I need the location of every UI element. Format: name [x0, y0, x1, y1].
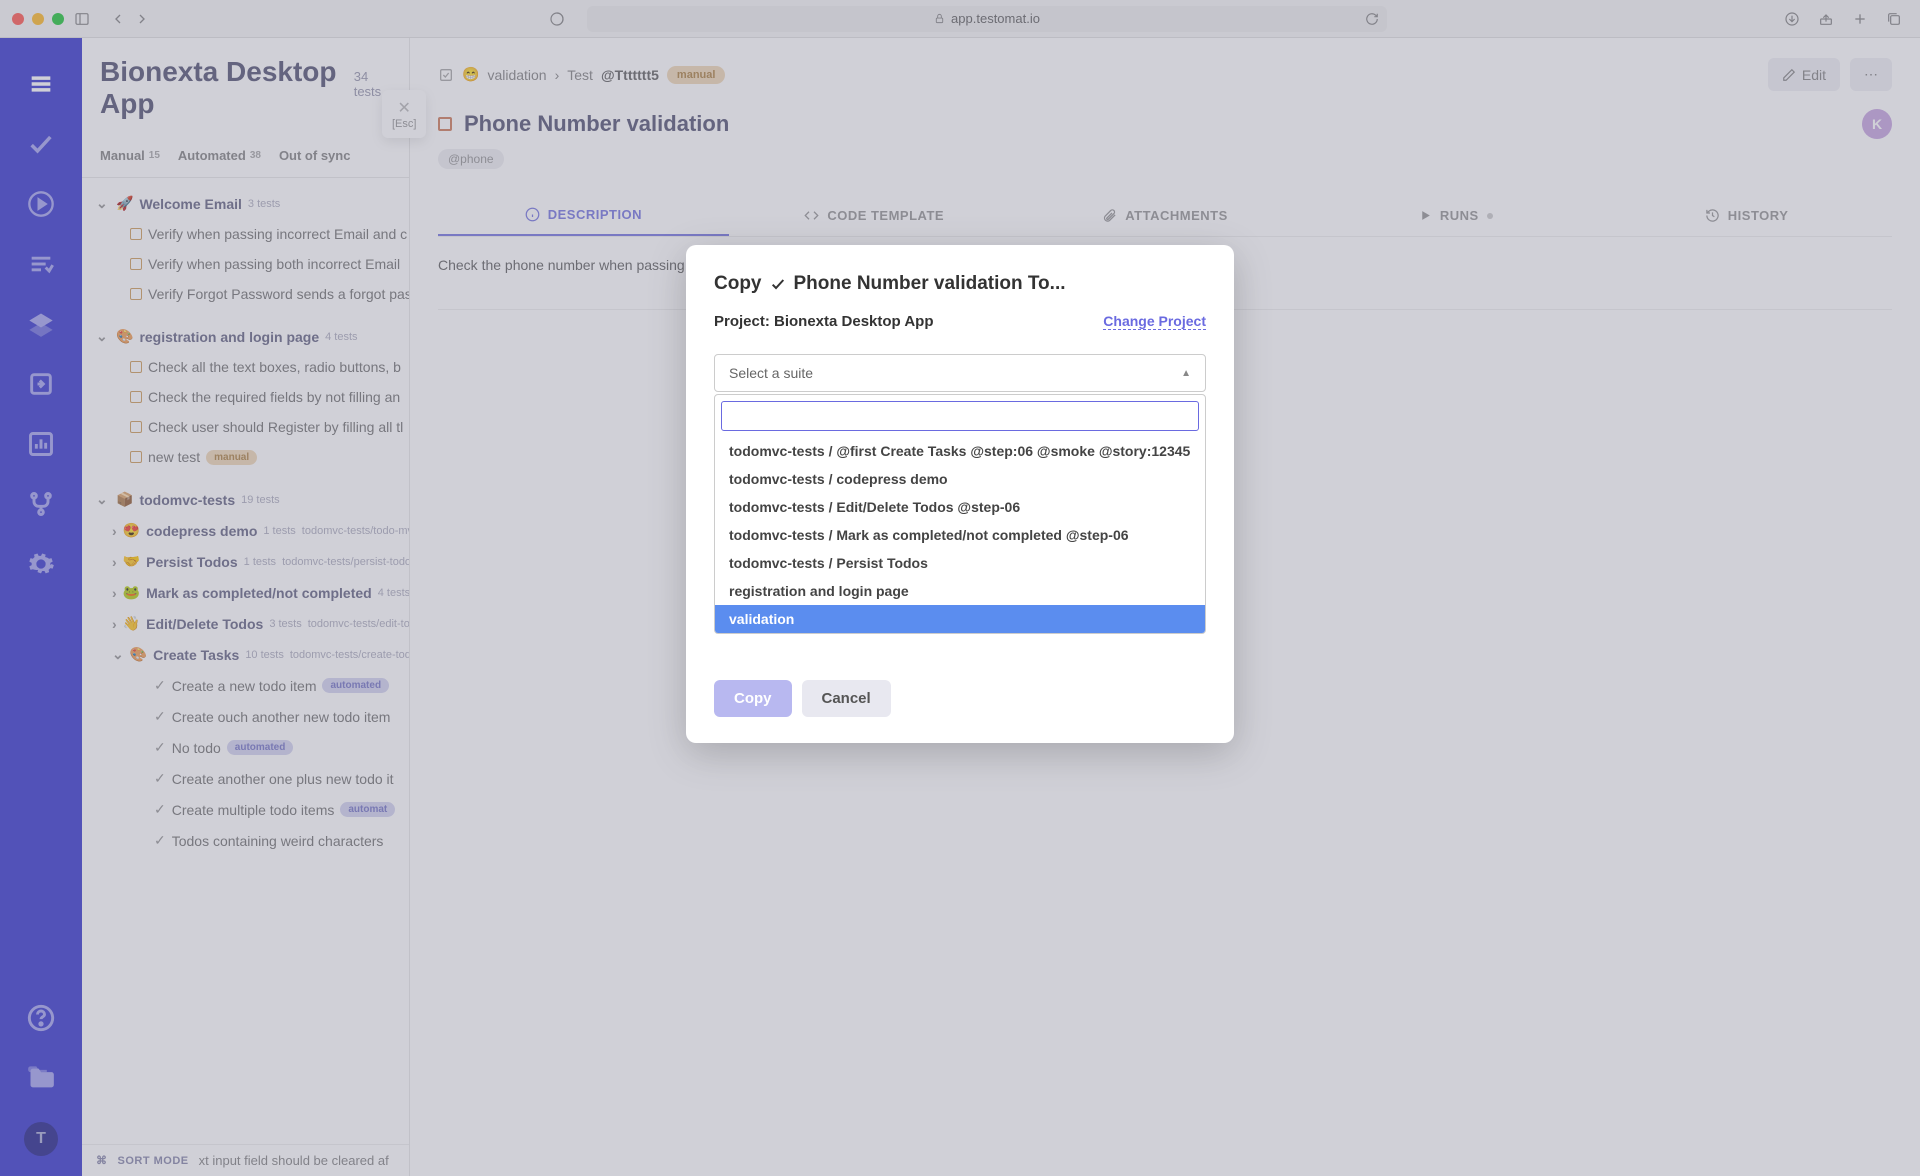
change-project-link[interactable]: Change Project [1103, 313, 1206, 330]
check-icon [770, 276, 786, 292]
dropdown-option[interactable]: todomvc-tests / Edit/Delete Todos @step-… [715, 493, 1205, 521]
select-placeholder: Select a suite [729, 365, 813, 381]
dropdown-option[interactable]: validation [715, 605, 1205, 633]
dropdown-option[interactable]: todomvc-tests / Mark as completed/not co… [715, 521, 1205, 549]
copy-button[interactable]: Copy [714, 680, 792, 717]
cancel-button[interactable]: Cancel [802, 680, 891, 717]
modal-title: Copy Phone Number validation To... [714, 273, 1206, 295]
suite-select[interactable]: Select a suite ▲ [714, 354, 1206, 392]
chevron-up-icon: ▲ [1181, 368, 1191, 379]
modal-overlay[interactable]: Copy Phone Number validation To... Proje… [0, 0, 1920, 1176]
suite-dropdown: todomvc-tests / @first Create Tasks @ste… [714, 394, 1206, 634]
dropdown-option[interactable]: registration and login page [715, 577, 1205, 605]
dropdown-option[interactable]: todomvc-tests / codepress demo [715, 465, 1205, 493]
project-label: Project: Bionexta Desktop App [714, 313, 933, 330]
dropdown-option[interactable]: todomvc-tests / Persist Todos [715, 549, 1205, 577]
dropdown-search-input[interactable] [721, 401, 1199, 431]
dropdown-option[interactable]: todomvc-tests / @first Create Tasks @ste… [715, 437, 1205, 465]
copy-test-modal: Copy Phone Number validation To... Proje… [686, 245, 1234, 743]
